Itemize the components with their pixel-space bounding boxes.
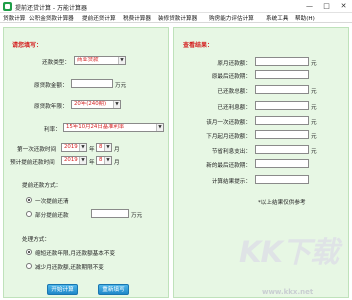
handling-label: 处理方式： (22, 237, 50, 243)
prepay-month-select[interactable]: 8 ▼ (96, 156, 112, 165)
result-label: 原最后还款期： (211, 74, 251, 80)
amount-unit: 万元 (115, 83, 127, 89)
result-label: 已还款总额： (217, 89, 251, 95)
partial-amount-input[interactable] (91, 209, 129, 218)
chevron-down-icon: ▼ (118, 57, 125, 64)
saved-interest-field (255, 145, 309, 154)
app-icon (3, 2, 12, 11)
reduce-payment-radio[interactable] (26, 263, 32, 269)
result-label: 已还利息额： (217, 105, 251, 111)
loan-type-value: 商业贷款 (77, 57, 99, 63)
full-prepay-radio[interactable] (26, 197, 32, 203)
shorten-term-radio[interactable] (26, 249, 32, 255)
prepay-method-label: 提前还款方式： (22, 183, 62, 189)
prepay-month-value: 8 (99, 157, 103, 163)
chevron-down-icon: ▼ (79, 157, 86, 164)
orig-last-period-field (255, 70, 309, 79)
result-unit: 元 (311, 120, 317, 126)
menu-prepay-calc[interactable]: 提前还贷计算 (82, 14, 116, 22)
reset-button[interactable]: 重新填写 (98, 284, 129, 295)
first-pay-month-unit: 月 (114, 147, 120, 153)
menu-renovation-loan-calc[interactable]: 装修贷款计算器 (158, 14, 197, 22)
close-button[interactable]: ✕ (335, 0, 352, 13)
result-footnote: *以上结果仅供参考 (258, 200, 306, 206)
paid-interest-field (255, 101, 309, 110)
rate-select[interactable]: 15年10月24日基准利率 ▼ (63, 123, 164, 132)
title-bar: 提前还贷计算 - 万能计算器 — □ ✕ (0, 0, 352, 13)
partial-prepay-radio[interactable] (26, 211, 32, 217)
first-pay-month-value: 8 (99, 144, 103, 150)
month-lump-sum-field (255, 116, 309, 125)
menu-fund-loan-calc[interactable]: 公积金贷款计算器 (29, 14, 74, 22)
term-select[interactable]: 20年(240期) ▼ (71, 100, 121, 109)
rate-label: 利率： (44, 127, 61, 133)
result-label: 节省利息支出： (211, 149, 251, 155)
watermark-logo: KK下载 (239, 235, 339, 269)
watermark-url: www.kkx.net (262, 288, 314, 296)
result-label: 原月还款额： (217, 61, 251, 67)
chevron-down-icon: ▼ (156, 124, 163, 131)
result-hint-field (255, 175, 309, 184)
rate-value: 15年10月24日基准利率 (66, 124, 125, 130)
first-pay-year-select[interactable]: 2019 ▼ (61, 143, 87, 152)
menu-loan-calc[interactable]: 贷款计算 (3, 14, 25, 22)
amount-label: 原贷款金额： (34, 83, 68, 89)
chevron-down-icon: ▼ (104, 157, 111, 164)
result-unit: 元 (311, 149, 317, 155)
new-last-period-field (255, 159, 309, 168)
chevron-down-icon: ▼ (104, 144, 111, 151)
chevron-down-icon: ▼ (113, 101, 120, 108)
prepay-year-unit: 年 (89, 160, 95, 166)
amount-input[interactable] (71, 79, 113, 88)
first-pay-year-value: 2019 (64, 144, 78, 150)
loan-type-select[interactable]: 商业贷款 ▼ (74, 56, 126, 65)
result-unit: 元 (311, 134, 317, 140)
input-section-title: 请您填写： (12, 42, 43, 49)
orig-monthly-payment-field (255, 57, 309, 66)
menu-bar: 贷款计算 公积金贷款计算器 提前还贷计算 税费计算器 装修贷款计算器 购房能力评… (0, 13, 352, 23)
input-panel: 请您填写： 还款类型： 商业贷款 ▼ 原贷款金额： 万元 原贷款年限： 20年(2… (3, 27, 169, 298)
menu-system-tools[interactable]: 系统工具 (266, 14, 288, 22)
menu-help[interactable]: 帮助(H) (295, 14, 315, 22)
prepay-year-select[interactable]: 2019 ▼ (61, 156, 87, 165)
prepay-year-value: 2019 (64, 157, 78, 163)
window-title: 提前还贷计算 - 万能计算器 (15, 5, 87, 12)
result-label: 计算结果提示： (211, 179, 251, 185)
maximize-button[interactable]: □ (318, 0, 335, 13)
partial-amount-unit: 万元 (131, 213, 143, 219)
reduce-payment-label: 减少月还款额,还款期限不变 (35, 265, 104, 271)
menu-tax-calc[interactable]: 税费计算器 (123, 14, 151, 22)
paid-total-field (255, 85, 309, 94)
prepay-month-unit: 月 (114, 160, 120, 166)
loan-type-label: 还款类型： (42, 60, 70, 66)
result-unit: 元 (311, 61, 317, 67)
result-label: 该月一次还款额： (206, 120, 251, 126)
menu-affordability-calc[interactable]: 购房能力评估计算 (209, 14, 254, 22)
result-unit: 元 (311, 105, 317, 111)
result-section-title: 查看结果： (183, 42, 214, 49)
next-monthly-payment-field (255, 130, 309, 139)
first-pay-label: 第一次还款时间 (17, 147, 57, 153)
shorten-term-label: 缩短还款年限,月还款额基本不变 (35, 251, 116, 257)
prepay-time-label: 预计提前还款时间 (10, 160, 55, 166)
chevron-down-icon: ▼ (79, 144, 86, 151)
partial-prepay-label: 部分提前还款 (35, 213, 69, 219)
result-unit: 元 (311, 89, 317, 95)
first-pay-year-unit: 年 (89, 147, 95, 153)
minimize-button[interactable]: — (301, 0, 318, 13)
result-label: 下月起月还款额： (206, 134, 251, 140)
first-pay-month-select[interactable]: 8 ▼ (96, 143, 112, 152)
term-label: 原贷款年限： (34, 104, 68, 110)
term-value: 20年(240期) (74, 101, 107, 107)
result-label: 新的最后还款期： (206, 163, 251, 169)
calculate-button[interactable]: 开始计算 (47, 284, 78, 295)
full-prepay-label: 一次提前还清 (35, 199, 69, 205)
